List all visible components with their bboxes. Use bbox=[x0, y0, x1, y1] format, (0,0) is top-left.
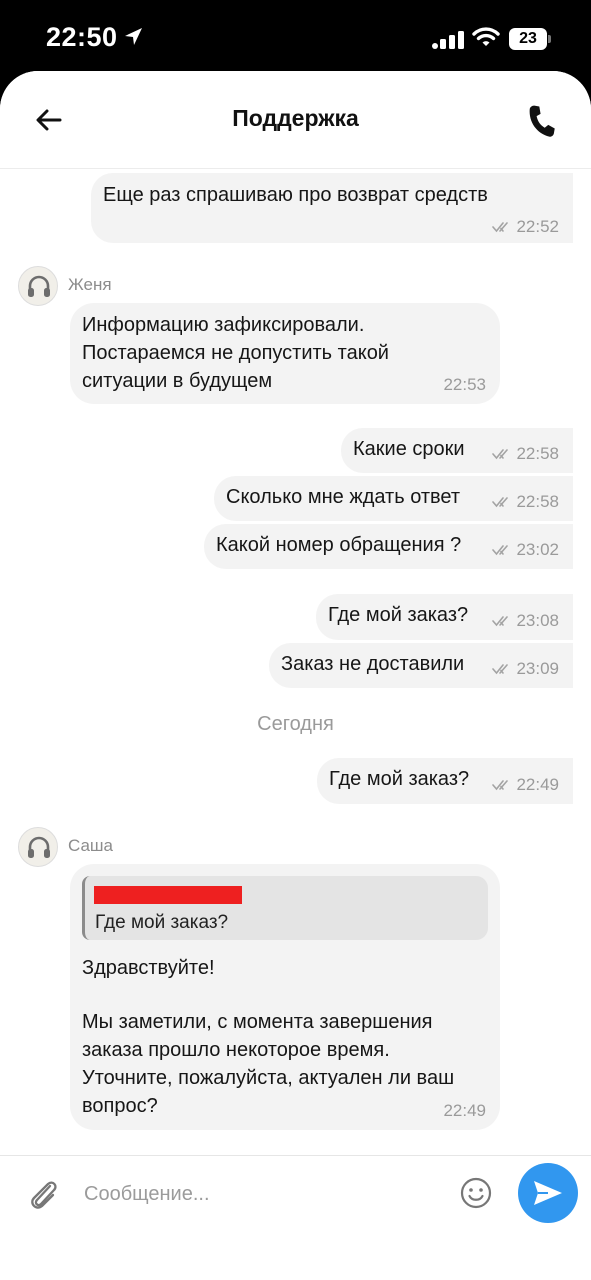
redaction-bar bbox=[94, 886, 242, 904]
message-bubble-outgoing[interactable]: Где мой заказ? 23:08 bbox=[316, 594, 573, 640]
message-meta: 22:58 bbox=[492, 440, 559, 468]
double-check-icon bbox=[492, 780, 509, 791]
avatar bbox=[18, 827, 58, 867]
double-check-icon bbox=[492, 222, 509, 233]
message-time: 22:52 bbox=[516, 217, 559, 236]
message-meta: 22:58 bbox=[492, 488, 559, 516]
send-button[interactable] bbox=[518, 1163, 578, 1223]
message-meta: 23:02 bbox=[492, 536, 559, 564]
message-author: Саша bbox=[68, 836, 114, 855]
message-text: Информацию зафиксировали. Постараемся не… bbox=[82, 311, 389, 395]
wifi-icon bbox=[472, 27, 500, 46]
message-bubble-incoming[interactable]: Где мой заказ? Здравствуйте! Мы заметили… bbox=[70, 864, 500, 1130]
message-time: 23:09 bbox=[516, 659, 559, 678]
double-check-icon bbox=[492, 664, 509, 675]
message-text: Здравствуйте! Мы заметили, с момента зав… bbox=[82, 954, 454, 1120]
send-icon bbox=[534, 1181, 562, 1205]
status-time-text: 22:50 bbox=[46, 22, 118, 52]
message-bubble-outgoing[interactable]: Какой номер обращения ? 23:02 bbox=[204, 524, 573, 569]
message-time: 23:08 bbox=[516, 611, 559, 630]
date-separator: Сегодня bbox=[257, 713, 334, 735]
message-time: 22:49 bbox=[443, 1101, 486, 1120]
double-check-icon bbox=[492, 545, 509, 556]
message-time: 23:02 bbox=[516, 540, 559, 559]
headset-icon bbox=[28, 275, 50, 297]
message-text: Где мой заказ? bbox=[329, 768, 470, 790]
paperclip-icon[interactable] bbox=[26, 1176, 60, 1212]
message-line: Мы заметили, с момента завершения bbox=[82, 1011, 433, 1033]
message-composer bbox=[0, 1155, 591, 1280]
status-time: 22:50 bbox=[46, 22, 144, 55]
message-line: вопрос? bbox=[82, 1095, 158, 1117]
double-check-icon bbox=[492, 497, 509, 508]
quoted-text: Где мой заказ? bbox=[95, 912, 229, 933]
message-text: Сколько мне ждать ответ bbox=[226, 486, 461, 508]
message-input[interactable] bbox=[84, 1176, 444, 1212]
location-arrow-icon bbox=[122, 24, 144, 55]
avatar bbox=[18, 266, 58, 306]
message-text: Заказ не доставили bbox=[281, 653, 465, 675]
message-text: Еще раз спрашиваю про возврат средств bbox=[103, 184, 488, 206]
chat-screen: Еще раз спрашиваю про возврат средств 22… bbox=[0, 71, 591, 1280]
message-bubble-outgoing[interactable]: Какие сроки 22:58 bbox=[341, 428, 573, 473]
message-bubble-outgoing[interactable]: Сколько мне ждать ответ 22:58 bbox=[214, 476, 573, 521]
message-text: Какой номер обращения ? bbox=[216, 534, 462, 556]
message-time: 22:58 bbox=[516, 492, 559, 511]
battery-icon: 23 bbox=[509, 28, 547, 50]
message-line: Информацию зафиксировали. bbox=[82, 314, 365, 336]
quoted-message[interactable]: Где мой заказ? bbox=[82, 876, 488, 940]
message-line: Постараемся не допустить такой bbox=[82, 342, 389, 364]
signal-icon bbox=[432, 31, 464, 49]
message-text: Какие сроки bbox=[353, 438, 465, 460]
message-author: Женя bbox=[68, 275, 112, 294]
chat-header: Поддержка bbox=[0, 71, 591, 169]
message-time: 22:58 bbox=[516, 444, 559, 463]
emoji-icon[interactable] bbox=[459, 1176, 493, 1210]
battery-tip bbox=[548, 35, 551, 43]
phone-icon[interactable] bbox=[522, 101, 560, 139]
message-line: ситуации в будущем bbox=[82, 370, 273, 392]
message-time: 22:49 bbox=[516, 775, 559, 794]
message-line: Уточните, пожалуйста, актуален ли ваш bbox=[82, 1067, 455, 1089]
message-bubble-incoming[interactable]: Информацию зафиксировали. Постараемся не… bbox=[70, 303, 500, 404]
message-meta: 22:49 bbox=[492, 771, 559, 799]
message-time: 22:53 bbox=[443, 375, 486, 394]
message-text: Где мой заказ? bbox=[328, 604, 469, 626]
message-meta: 23:08 bbox=[492, 607, 559, 635]
message-bubble-outgoing[interactable]: Еще раз спрашиваю про возврат средств 22… bbox=[91, 173, 573, 243]
message-meta: 23:09 bbox=[492, 655, 559, 683]
message-bubble-outgoing[interactable]: Заказ не доставили 23:09 bbox=[269, 643, 573, 688]
double-check-icon bbox=[492, 449, 509, 460]
message-line: Здравствуйте! bbox=[82, 957, 215, 979]
page-title: Поддержка bbox=[232, 105, 359, 131]
message-list[interactable]: Еще раз спрашиваю про возврат средств 22… bbox=[0, 71, 591, 1280]
message-bubble-outgoing[interactable]: Где мой заказ? 22:49 bbox=[317, 758, 573, 804]
headset-icon bbox=[28, 836, 50, 858]
message-line: заказа прошло некоторое время. bbox=[82, 1039, 390, 1061]
message-meta: 22:52 bbox=[492, 213, 559, 241]
double-check-icon bbox=[492, 616, 509, 627]
